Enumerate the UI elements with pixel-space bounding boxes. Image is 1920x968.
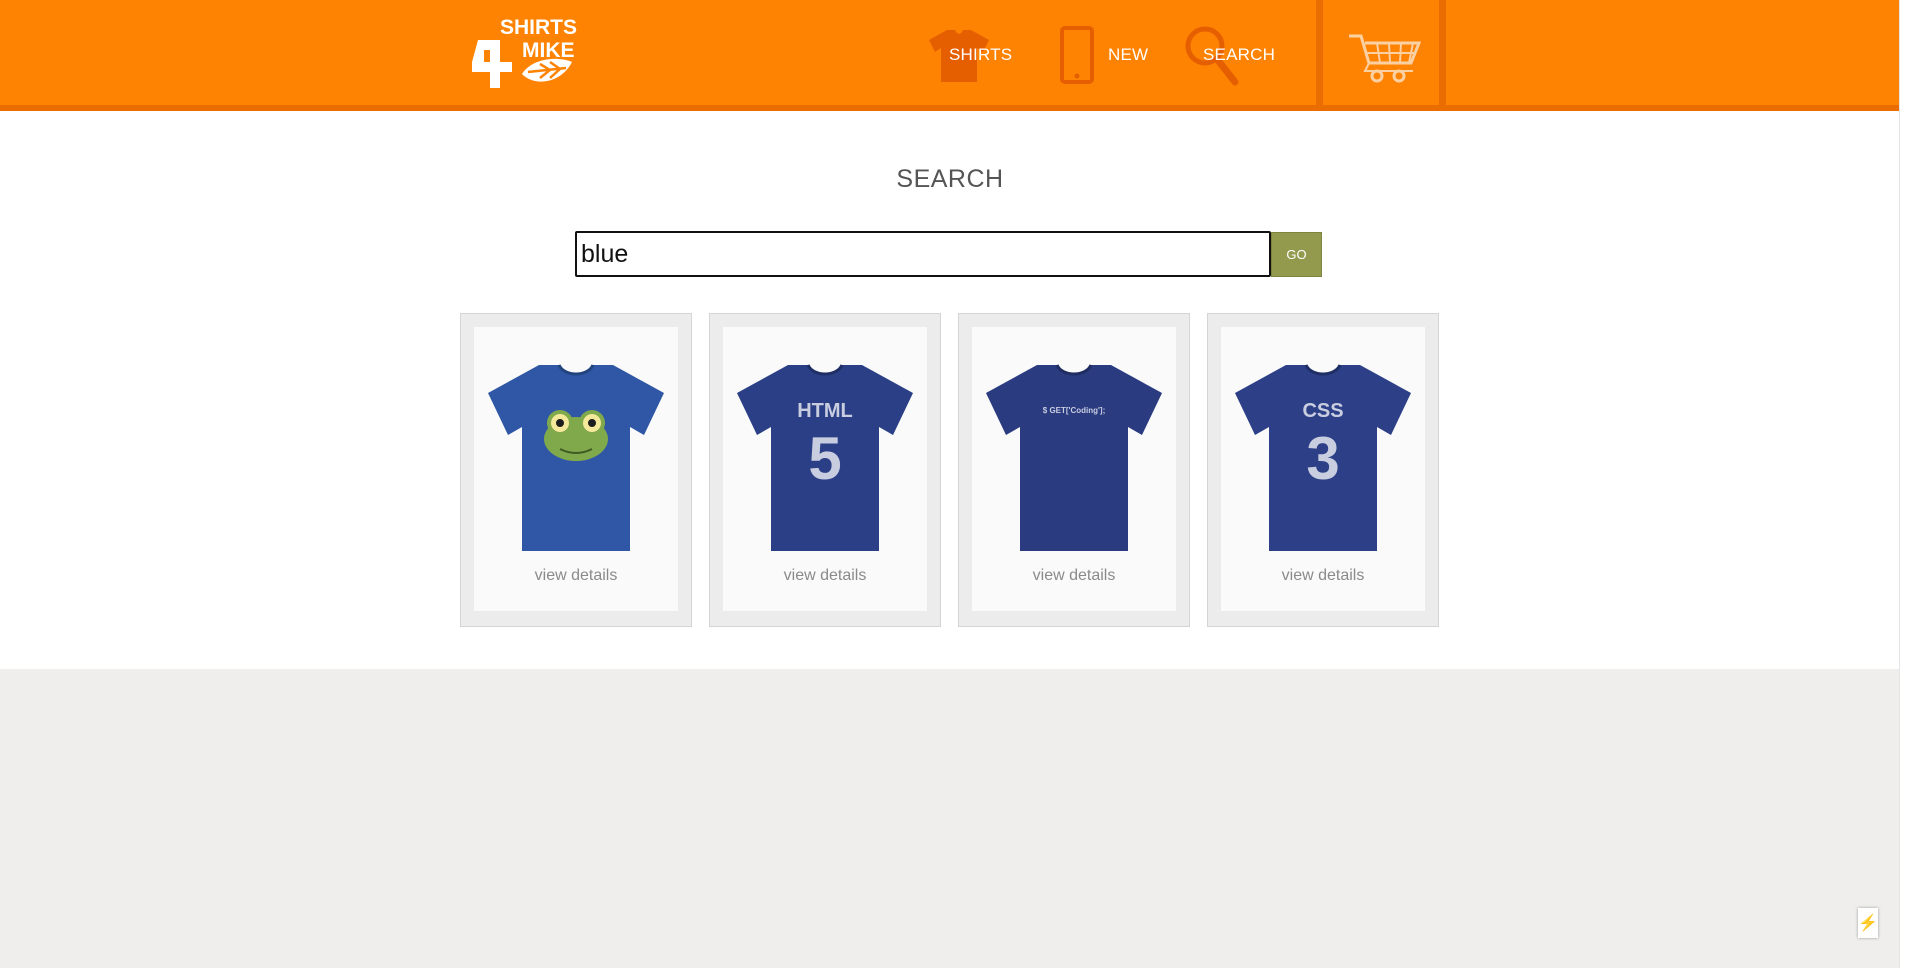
nav-new-label: NEW (1108, 45, 1149, 64)
tshirt-css3-image: CSS 3 (1235, 364, 1411, 551)
lightning-icon[interactable]: ⚡ (1858, 908, 1878, 938)
product-card-inner: $ GET['Coding']; view details (972, 327, 1176, 611)
product-card-inner: CSS 3 view details (1221, 327, 1425, 611)
nav-shirts-label: SHIRTS (949, 45, 1013, 64)
cart-icon (1349, 34, 1421, 83)
shirts4mike-logo[interactable]: SHIRTS MIKE (470, 12, 594, 92)
nav-search[interactable]: SEARCH (1183, 22, 1275, 88)
cart-button[interactable] (1316, 0, 1446, 105)
main-content: SEARCH GO view details (0, 111, 1900, 669)
site-header: SHIRTS MIKE SHIRTS NEW SEARCH (0, 0, 1900, 111)
svg-text:SHIRTS: SHIRTS (500, 16, 577, 39)
view-details-link[interactable]: view details (972, 567, 1176, 585)
scrollbar[interactable] (1899, 0, 1920, 968)
view-details-link[interactable]: view details (723, 567, 927, 585)
svg-text:5: 5 (808, 425, 841, 492)
search-input[interactable] (575, 231, 1271, 277)
go-button[interactable]: GO (1271, 232, 1322, 277)
svg-text:$ GET['Coding'];: $ GET['Coding']; (1043, 406, 1105, 415)
view-details-link[interactable]: view details (474, 567, 678, 585)
nav-new[interactable]: NEW (1060, 22, 1148, 88)
product-card-inner: view details (474, 327, 678, 611)
tshirt-html5-image: HTML 5 (737, 364, 913, 551)
svg-text:HTML: HTML (797, 400, 853, 422)
nav-shirts[interactable]: SHIRTS (927, 22, 1012, 88)
svg-text:CSS: CSS (1302, 400, 1343, 422)
product-card[interactable]: CSS 3 view details (1207, 313, 1439, 627)
tshirt-frog-image (488, 364, 664, 551)
tshirt-get-coding-image: $ GET['Coding']; (986, 364, 1162, 551)
product-card[interactable]: $ GET['Coding']; view details (958, 313, 1190, 627)
product-card[interactable]: HTML 5 view details (709, 313, 941, 627)
phone-icon (1060, 26, 1094, 84)
view-details-link[interactable]: view details (1221, 567, 1425, 585)
page-title: SEARCH (896, 165, 1004, 193)
product-card[interactable]: view details (460, 313, 692, 627)
nav-search-label: SEARCH (1203, 45, 1276, 64)
svg-text:MIKE: MIKE (522, 39, 575, 62)
product-card-inner: HTML 5 view details (723, 327, 927, 611)
svg-text:3: 3 (1306, 425, 1339, 492)
